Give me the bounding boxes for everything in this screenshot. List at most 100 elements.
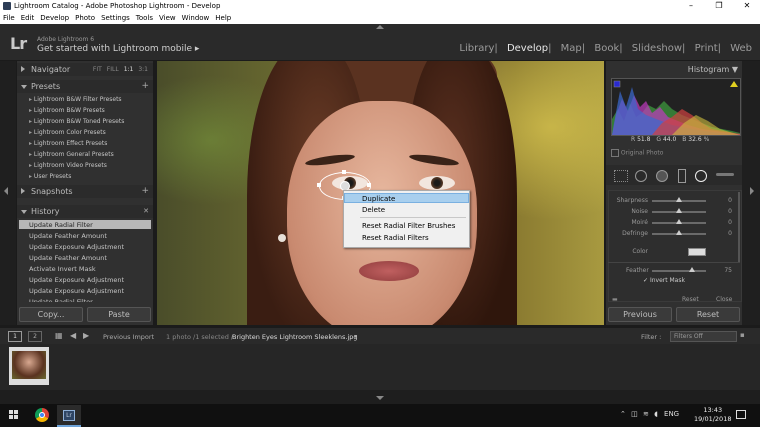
module-slideshow[interactable]: Slideshow	[632, 43, 682, 54]
module-print[interactable]: Print	[695, 43, 718, 54]
history-item[interactable]: Update Exposure Adjustment	[29, 276, 124, 284]
lightroom-taskbar-icon[interactable]: Lr	[57, 405, 81, 427]
history-header[interactable]: History ✕	[17, 205, 153, 218]
file-name-dropdown-icon[interactable]: ▾	[354, 333, 357, 340]
histogram[interactable]	[611, 78, 741, 136]
graduated-filter-tool-icon[interactable]	[678, 169, 686, 183]
history-item[interactable]: Activate Invert Mask	[29, 265, 96, 273]
spot-removal-tool-icon[interactable]	[635, 170, 647, 182]
preset-folder[interactable]: Lightroom General Presets	[29, 151, 114, 158]
module-develop[interactable]: Develop	[507, 43, 548, 54]
menu-settings[interactable]: Settings	[101, 14, 130, 22]
radial-handle[interactable]	[342, 170, 346, 174]
moire-value[interactable]: 0	[718, 219, 732, 226]
history-item[interactable]: Update Feather Amount	[29, 232, 107, 240]
snapshots-header[interactable]: Snapshots +	[17, 185, 153, 198]
menu-tools[interactable]: Tools	[136, 14, 153, 22]
wifi-icon[interactable]: ≋	[643, 410, 649, 418]
radial-filter-tool-icon[interactable]	[695, 170, 707, 182]
panel-switch-icon[interactable]: ▬	[612, 296, 618, 303]
panel-scrollbar[interactable]	[738, 192, 740, 262]
filter-dropdown[interactable]: Filters Off	[670, 331, 737, 342]
menu-duplicate[interactable]: Duplicate	[344, 193, 469, 203]
sharpness-knob[interactable]	[676, 197, 682, 202]
view-2-button[interactable]: 2	[28, 331, 42, 342]
preset-folder[interactable]: Lightroom B&W Filter Presets	[29, 96, 122, 103]
radial-handle[interactable]	[367, 183, 371, 187]
feather-knob[interactable]	[689, 267, 695, 272]
red-eye-tool-icon[interactable]	[656, 170, 668, 182]
preset-folder[interactable]: Lightroom B&W Presets	[29, 107, 105, 114]
invert-mask-toggle[interactable]: ✓ Invert Mask	[643, 277, 685, 284]
checkbox-icon[interactable]	[611, 149, 619, 157]
adjustment-brush-tool-icon[interactable]	[716, 173, 734, 176]
crop-tool-icon[interactable]	[614, 170, 628, 182]
language-indicator[interactable]: ENG	[664, 410, 679, 418]
navigator-header[interactable]: Navigator FIT FILL 1:1 3:1	[17, 63, 153, 76]
forward-arrow-icon[interactable]: ▶	[83, 331, 89, 340]
menu-delete[interactable]: Delete	[344, 205, 469, 215]
noise-knob[interactable]	[676, 208, 682, 213]
noise-value[interactable]: 0	[718, 208, 732, 215]
zoom-1-1[interactable]: 1:1	[124, 66, 134, 73]
menu-file[interactable]: File	[3, 14, 15, 22]
zoom-fill[interactable]: FILL	[107, 66, 119, 73]
feather-slider[interactable]	[652, 270, 706, 272]
module-book[interactable]: Book	[594, 43, 619, 54]
preset-folder[interactable]: Lightroom B&W Toned Presets	[29, 118, 124, 125]
module-web[interactable]: Web	[730, 43, 752, 54]
preset-folder[interactable]: Lightroom Effect Presets	[29, 140, 107, 147]
preset-folder[interactable]: Lightroom Video Presets	[29, 162, 107, 169]
menu-help[interactable]: Help	[215, 14, 231, 22]
collapse-left-icon[interactable]	[4, 187, 8, 195]
view-1-button[interactable]: 1	[8, 331, 22, 342]
presets-header[interactable]: Presets +	[17, 80, 153, 93]
back-arrow-icon[interactable]: ◀	[70, 331, 76, 340]
network-icon[interactable]: ◫	[631, 410, 638, 418]
menu-develop[interactable]: Develop	[40, 14, 69, 22]
file-name[interactable]: Brighten Eyes Lightroom Sleeklens.jpg	[232, 333, 358, 341]
mobile-link[interactable]: Get started with Lightroom mobile ▸	[37, 44, 199, 54]
minimize-button[interactable]: –	[684, 0, 698, 12]
left-collapse-strip[interactable]	[0, 61, 16, 325]
windows-start-icon[interactable]	[9, 410, 19, 420]
add-preset-button[interactable]: +	[141, 80, 149, 93]
zoom-fit[interactable]: FIT	[93, 66, 102, 73]
filter-reset-button[interactable]: Reset	[682, 296, 699, 303]
chrome-icon[interactable]	[35, 408, 49, 422]
history-item[interactable]: Update Radial Filter	[29, 298, 93, 302]
preset-folder[interactable]: User Presets	[29, 173, 71, 180]
module-map[interactable]: Map	[561, 43, 582, 54]
radial-handle[interactable]	[317, 183, 321, 187]
moire-knob[interactable]	[676, 219, 682, 224]
menu-reset-brushes[interactable]: Reset Radial Filter Brushes	[344, 221, 469, 231]
original-photo-toggle[interactable]: Original Photo	[611, 149, 663, 157]
clock[interactable]: 13:43 19/01/2018	[694, 406, 731, 424]
menu-reset-filters[interactable]: Reset Radial Filters	[344, 233, 469, 243]
history-item[interactable]: Update Exposure Adjustment	[29, 243, 124, 251]
collapse-right-icon[interactable]	[750, 187, 754, 195]
collapse-top-icon[interactable]	[376, 25, 384, 29]
paste-button[interactable]: Paste	[87, 307, 151, 322]
history-item[interactable]: Update Exposure Adjustment	[29, 287, 124, 295]
maximize-button[interactable]: ❐	[712, 0, 726, 12]
close-button[interactable]: ✕	[740, 0, 754, 12]
add-snapshot-button[interactable]: +	[141, 185, 149, 198]
filter-lock-icon[interactable]: ▪	[740, 331, 745, 339]
histogram-header[interactable]: Histogram ▼	[606, 62, 742, 76]
grid-icon[interactable]: ▦	[55, 331, 63, 340]
right-collapse-strip[interactable]	[742, 61, 760, 325]
menu-view[interactable]: View	[159, 14, 176, 22]
source-previous-import[interactable]: Previous Import	[103, 333, 154, 341]
preset-folder[interactable]: Lightroom Color Presets	[29, 129, 106, 136]
previous-button[interactable]: Previous	[608, 307, 672, 322]
history-item[interactable]: Update Radial Filter	[29, 221, 93, 229]
defringe-knob[interactable]	[676, 230, 682, 235]
menu-edit[interactable]: Edit	[21, 14, 35, 22]
menu-window[interactable]: Window	[182, 14, 210, 22]
notification-icon[interactable]	[736, 410, 746, 419]
feather-value[interactable]: 75	[718, 267, 732, 274]
filter-close-button[interactable]: Close	[716, 296, 732, 303]
copy-button[interactable]: Copy...	[19, 307, 83, 322]
history-item[interactable]: Update Feather Amount	[29, 254, 107, 262]
